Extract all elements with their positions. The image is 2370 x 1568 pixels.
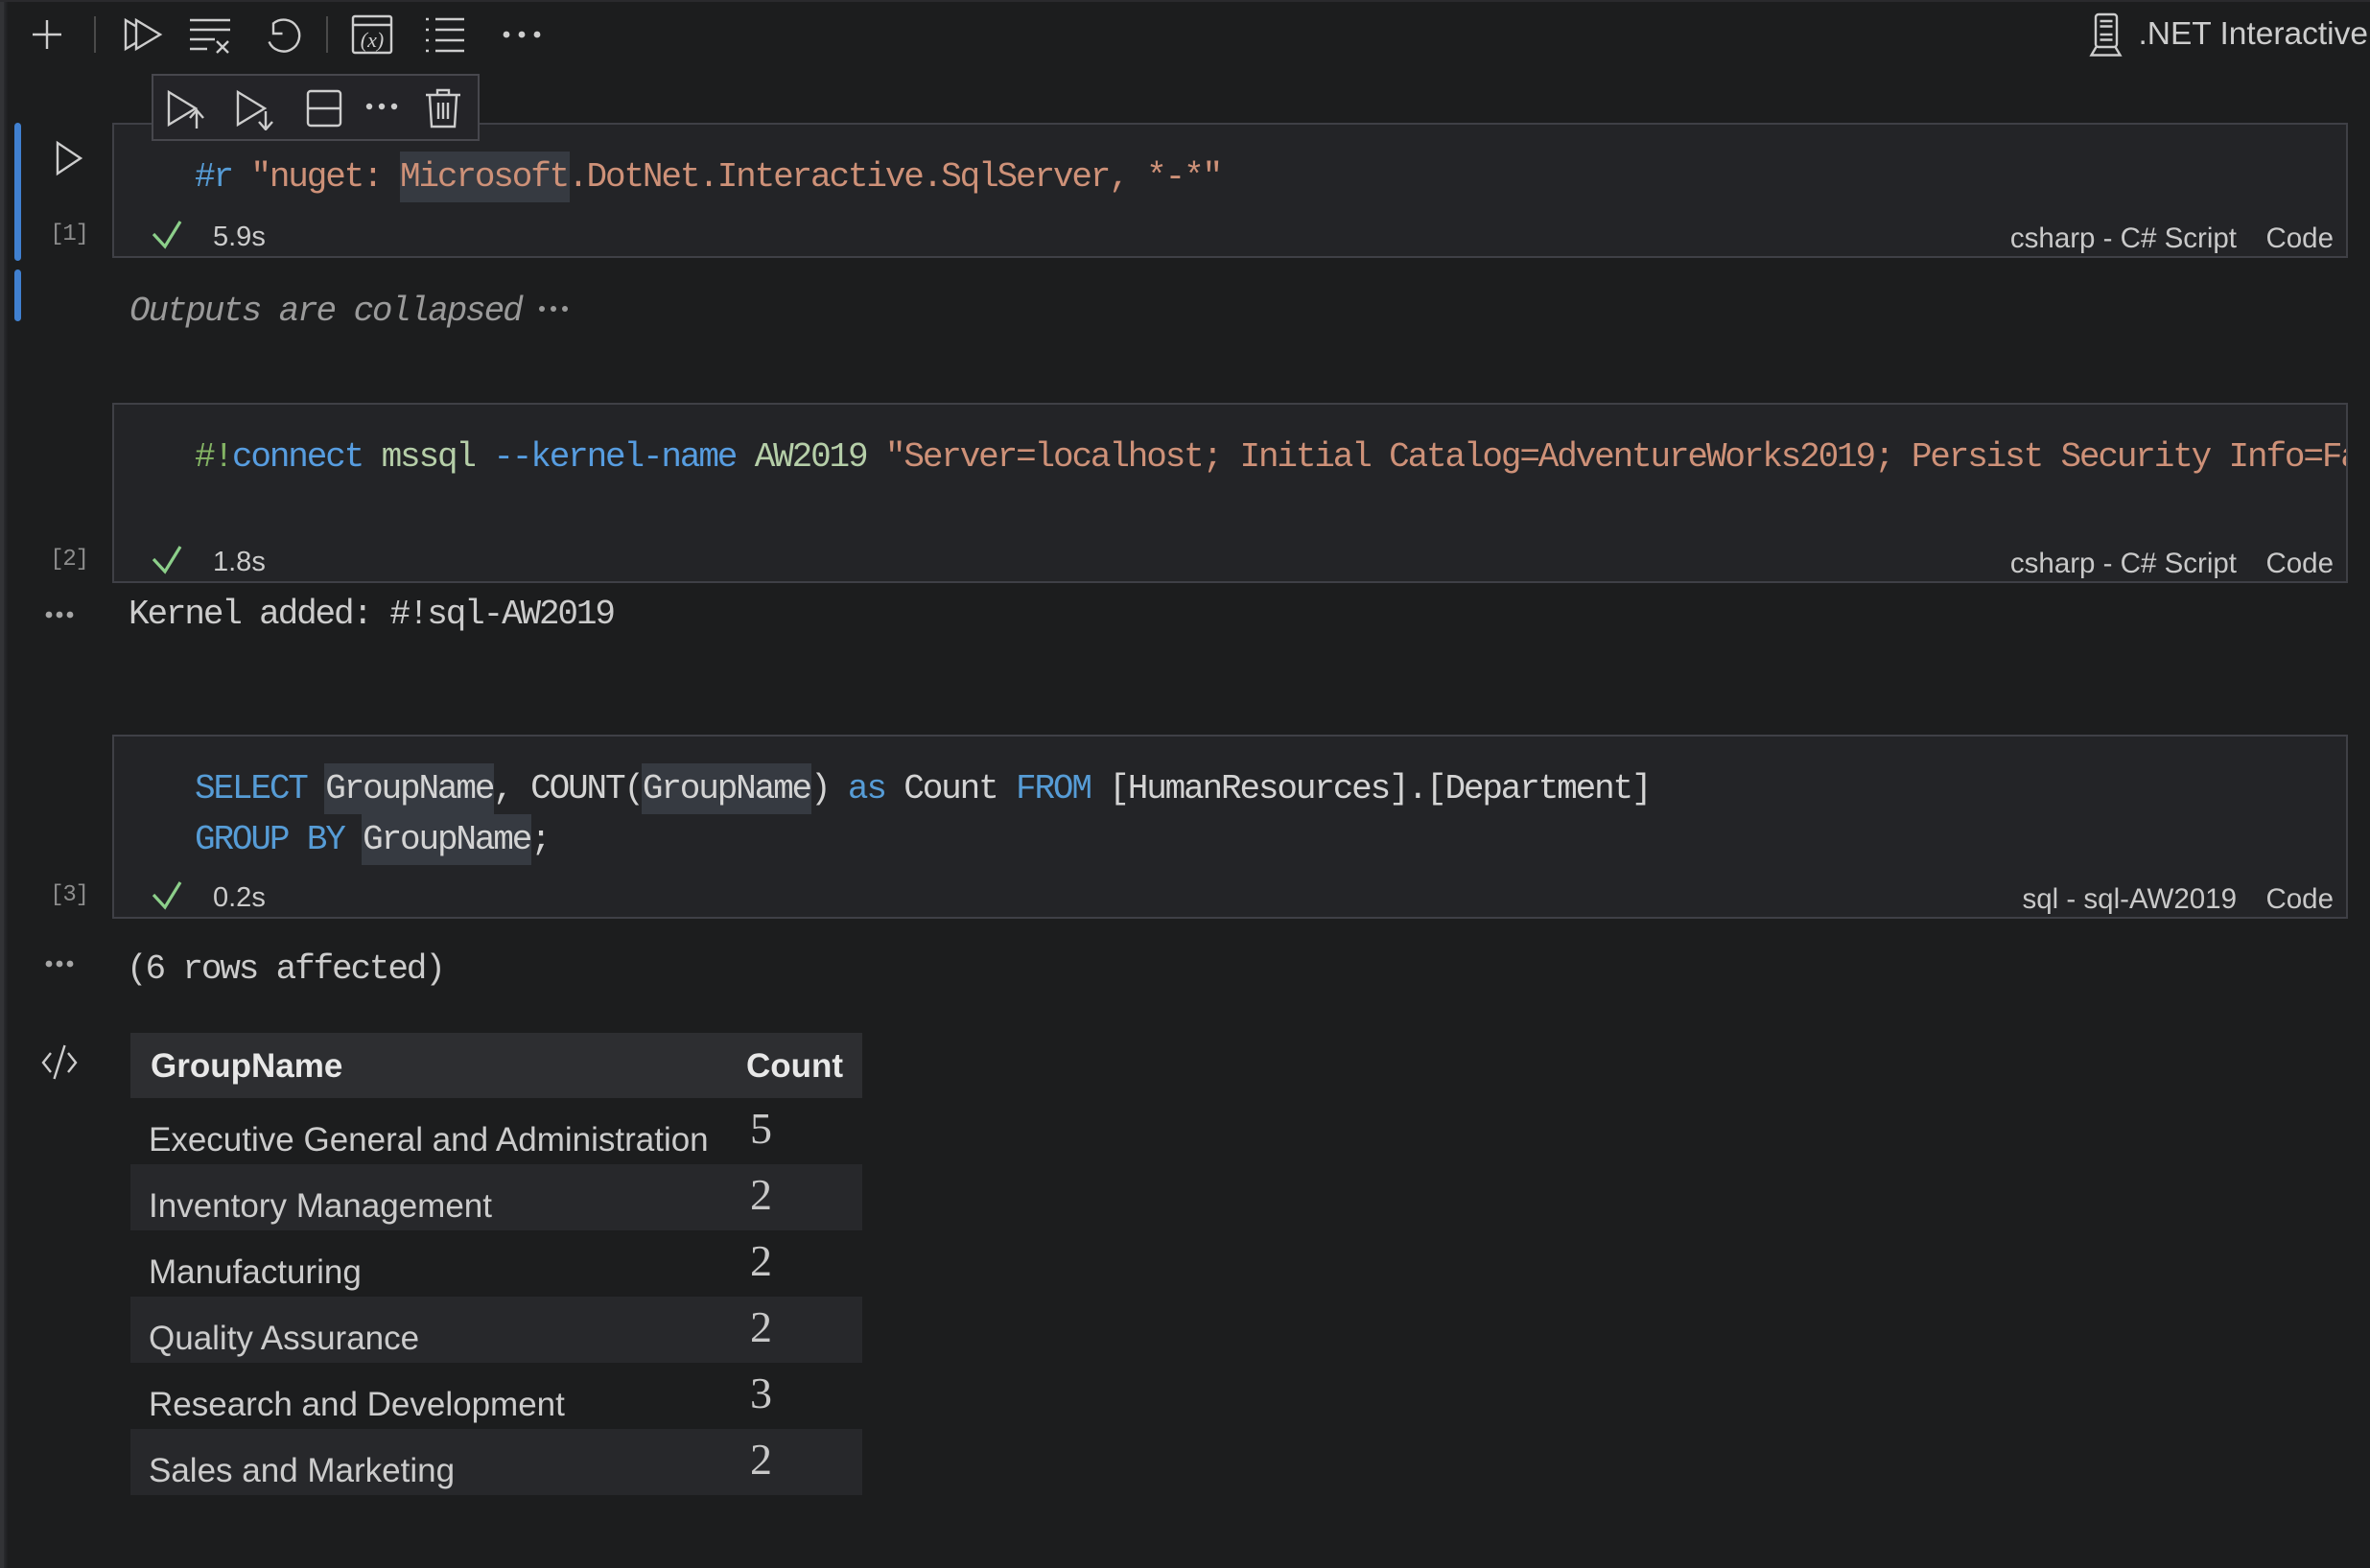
svg-text:(x): (x) (361, 28, 384, 52)
